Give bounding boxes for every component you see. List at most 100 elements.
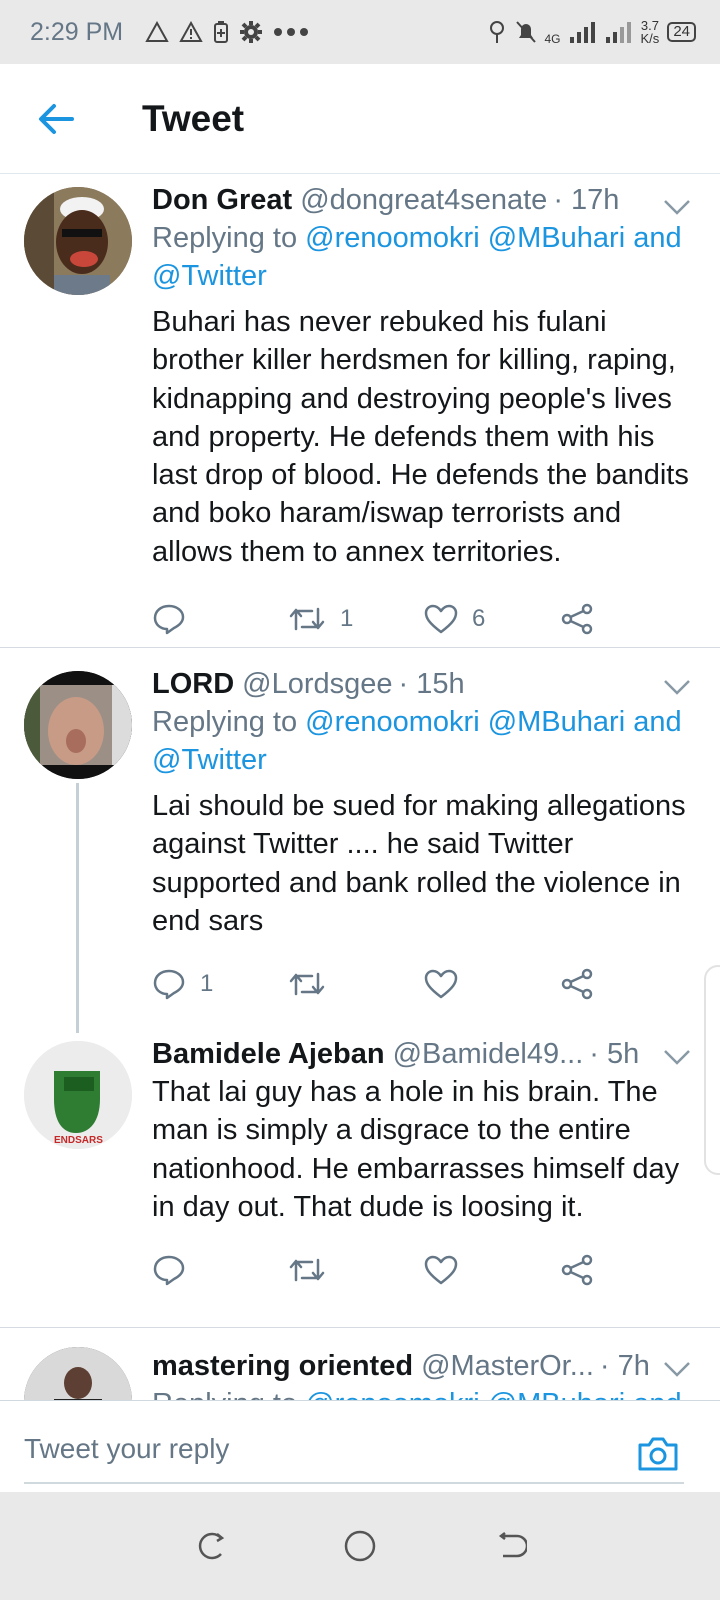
back-arrow-icon: [39, 103, 74, 134]
reply-icon: [153, 1255, 185, 1286]
like-button[interactable]: [424, 969, 560, 999]
status-time: 2:29 PM: [30, 17, 124, 46]
retweet-icon: [289, 1258, 325, 1282]
status-bar: 2:29 PM 4G 3.7 K/s 24: [0, 0, 720, 64]
tweet-time: · 5h: [589, 1038, 640, 1070]
like-button[interactable]: 6: [424, 604, 560, 634]
avatar[interactable]: [24, 1347, 132, 1400]
back-nav-icon[interactable]: [495, 1530, 527, 1562]
status-right-icons: 4G 3.7 K/s 24: [487, 18, 696, 46]
tweet-item[interactable]: mastering oriented @MasterOr... · 7h Rep…: [0, 1347, 720, 1400]
share-button[interactable]: [560, 603, 696, 635]
divider: [0, 1327, 720, 1328]
recent-apps-icon[interactable]: [193, 1530, 225, 1562]
tweet-header: mastering oriented @MasterOr... · 7h: [152, 1347, 696, 1385]
author-handle[interactable]: @MasterOr...: [421, 1347, 594, 1385]
warning-icon: [179, 21, 203, 42]
avatar-text: ENDSARS: [54, 1135, 103, 1146]
side-handle[interactable]: [704, 965, 720, 1175]
replying-to: Replying to @renoomokri @MBuhari and: [152, 1385, 696, 1400]
tweet-item[interactable]: ENDSARS Bamidele Ajeban @Bamidel49... · …: [0, 1035, 720, 1298]
author-name[interactable]: mastering oriented: [152, 1347, 413, 1385]
avatar-image: [24, 1347, 132, 1400]
tweet-actions: [152, 1242, 696, 1298]
author-handle[interactable]: @Bamidel49...: [393, 1035, 584, 1073]
share-icon: [561, 1254, 593, 1286]
replying-to-label: Replying to: [152, 1388, 297, 1400]
author-handle[interactable]: @Lordsgee: [242, 665, 392, 703]
input-underline: [24, 1482, 684, 1484]
replying-to-users[interactable]: @renoomokri @MBuhari and: [305, 1388, 681, 1400]
replying-to-label: Replying to: [152, 706, 298, 738]
heart-icon: [424, 1255, 458, 1285]
replying-to-users[interactable]: @renoomokri @MBuhari and: [305, 222, 681, 254]
avatar-image: [24, 187, 132, 295]
replying-to-label: Replying to: [152, 222, 298, 254]
author-name[interactable]: Don Great: [152, 181, 292, 219]
share-button[interactable]: [560, 968, 696, 1000]
signal-icon: [569, 22, 595, 43]
battery-indicator: 24: [667, 22, 696, 42]
tweet-text: Buhari has never rebuked his fulani brot…: [152, 306, 689, 568]
replying-to-users[interactable]: @renoomokri @MBuhari and: [305, 706, 681, 738]
retweet-icon: [289, 972, 325, 996]
warning-outline-icon: [145, 21, 169, 42]
reply-input[interactable]: Tweet your reply: [24, 1433, 229, 1465]
reply-button[interactable]: [152, 1254, 288, 1286]
reply-feed[interactable]: Don Great @dongreat4senate · 17h Replyin…: [0, 175, 720, 1400]
retweet-button[interactable]: 1: [288, 603, 424, 635]
reply-composer[interactable]: Tweet your reply: [0, 1400, 720, 1492]
tweet-header: LORD @Lordsgee · 15h: [152, 665, 696, 703]
heart-icon: [424, 604, 458, 634]
location-icon: [489, 21, 504, 43]
mute-bell-icon: [515, 21, 536, 43]
retweet-button[interactable]: [288, 968, 424, 1000]
replying-to: Replying to @renoomokri @MBuhari and @Tw…: [152, 703, 696, 779]
tweet-item[interactable]: LORD @Lordsgee · 15h Replying to @renoom…: [0, 665, 720, 1012]
chevron-down-icon[interactable]: [662, 1359, 692, 1379]
avatar[interactable]: ENDSARS: [24, 1041, 132, 1149]
heart-icon: [424, 969, 458, 999]
tweet-actions: 1: [152, 956, 696, 1012]
back-button[interactable]: [26, 89, 86, 149]
network-type: 4G: [544, 32, 561, 46]
retweet-count: 1: [340, 605, 354, 633]
share-button[interactable]: [560, 1254, 696, 1286]
avatar-image: ENDSARS: [24, 1041, 132, 1149]
chevron-down-icon[interactable]: [662, 677, 692, 697]
retweet-button[interactable]: [288, 1254, 424, 1286]
avatar[interactable]: [24, 671, 132, 779]
author-name[interactable]: LORD: [152, 665, 234, 703]
like-count: 6: [472, 605, 486, 633]
replying-to-users-2[interactable]: @Twitter: [152, 260, 267, 292]
tweet-time: · 15h: [398, 668, 465, 700]
tweet-header: Don Great @dongreat4senate · 17h: [152, 181, 696, 219]
camera-icon[interactable]: [636, 1435, 680, 1473]
tweet-item[interactable]: Don Great @dongreat4senate · 17h Replyin…: [0, 175, 720, 647]
like-button[interactable]: [424, 1255, 560, 1285]
divider: [0, 647, 720, 648]
reply-icon: [153, 969, 185, 1000]
chevron-down-icon[interactable]: [662, 197, 692, 217]
reply-icon: [153, 604, 185, 635]
reply-button[interactable]: 1: [152, 968, 288, 1000]
battery-saver-icon: [214, 21, 229, 43]
speed-unit: K/s: [640, 31, 660, 46]
author-name[interactable]: Bamidele Ajeban: [152, 1035, 385, 1073]
reply-count: 1: [200, 970, 214, 998]
tweet-header: Bamidele Ajeban @Bamidel49... · 5h: [152, 1035, 696, 1073]
avatar[interactable]: [24, 187, 132, 295]
home-icon[interactable]: [343, 1529, 377, 1563]
chevron-down-icon[interactable]: [662, 1047, 692, 1067]
replying-to-users-2[interactable]: @Twitter: [152, 744, 267, 776]
tweet-time: · 7h: [599, 1350, 650, 1382]
reply-button[interactable]: [152, 603, 288, 635]
gear-icon: [240, 21, 263, 43]
author-handle[interactable]: @dongreat4senate: [300, 181, 547, 219]
replying-to: Replying to @renoomokri @MBuhari and @Tw…: [152, 219, 696, 295]
share-icon: [561, 603, 593, 635]
tweet-actions: 1 6: [152, 591, 696, 647]
retweet-icon: [289, 607, 325, 631]
avatar-image: [24, 671, 132, 779]
more-dots-icon: [274, 28, 309, 36]
